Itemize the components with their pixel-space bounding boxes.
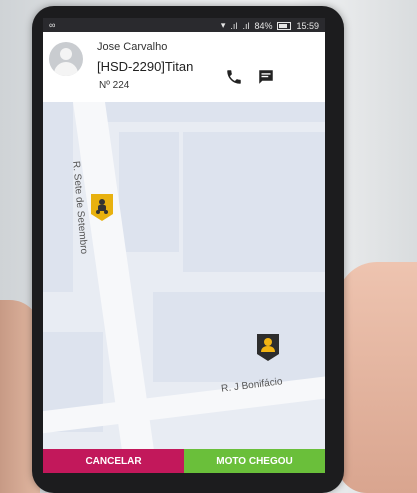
driver-name: Jose Carvalho: [97, 41, 168, 53]
status-right: ▾ .ıl .ıl 84% 15:59: [221, 20, 319, 31]
user-pin-icon[interactable]: [255, 332, 281, 362]
right-hand: [337, 262, 417, 493]
phone-screen: ∞ ▾ .ıl .ıl 84% 15:59 Jose Carvalho [HSD…: [43, 18, 325, 473]
clock: 15:59: [296, 20, 319, 31]
driver-header: Jose Carvalho [HSD-2290]Titan Nº 224: [43, 32, 325, 102]
signal-icon: .ıl: [230, 20, 238, 31]
wifi-icon: ▾: [220, 20, 226, 30]
chat-icon[interactable]: [257, 68, 275, 86]
cancel-button[interactable]: CANCELAR: [43, 449, 184, 473]
action-bar: CANCELAR MOTO CHEGOU: [43, 449, 325, 473]
map-view[interactable]: R. Sete de Setembro R. J Bonifácio: [43, 102, 325, 449]
moto-arrived-button[interactable]: MOTO CHEGOU: [184, 449, 325, 473]
motorcycle-pin-icon[interactable]: [89, 192, 115, 222]
map-block: [119, 132, 179, 252]
vehicle-plate: [HSD-2290]Titan: [97, 59, 194, 74]
status-left-icon: ∞: [49, 20, 56, 30]
battery-percent: 84%: [254, 20, 273, 31]
phone-icon[interactable]: [225, 68, 243, 86]
avatar: [49, 42, 83, 76]
map-block: [183, 132, 325, 272]
signal-icon-2: .ıl: [242, 20, 250, 31]
status-bar: ∞ ▾ .ıl .ıl 84% 15:59: [43, 18, 325, 32]
driver-number: Nº 224: [99, 80, 130, 91]
map-block: [43, 102, 73, 292]
map-block: [101, 102, 325, 122]
battery-icon: [277, 21, 292, 30]
map-block: [153, 292, 325, 382]
photo-scene: ∞ ▾ .ıl .ıl 84% 15:59 Jose Carvalho [HSD…: [0, 0, 417, 493]
